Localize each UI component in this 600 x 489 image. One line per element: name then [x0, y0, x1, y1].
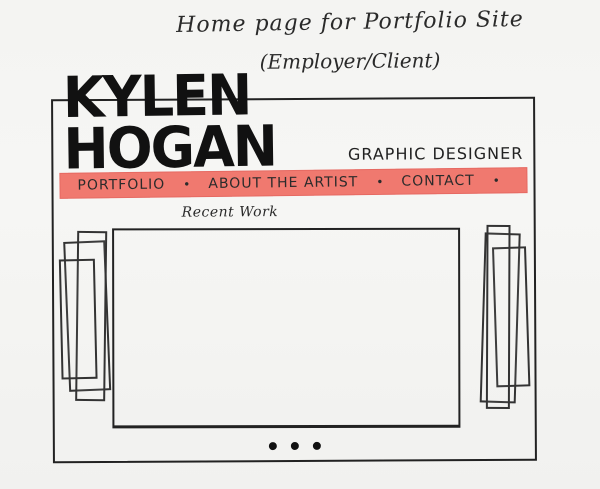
carousel-dot[interactable] — [268, 442, 277, 451]
nav-separator-1: • — [183, 177, 191, 192]
main-nav: PORTFOLIO • ABOUT the ARTIST • CONTACT • — [59, 167, 528, 199]
note-line-1: Home page for Portfolio Site — [175, 6, 525, 39]
slide-stack-right — [485, 224, 511, 409]
section-title-recent-work: Recent Work — [181, 204, 279, 221]
carousel-pagination — [55, 441, 535, 452]
nav-about-artist[interactable]: ABOUT the ARTIST — [208, 174, 358, 192]
carousel-dot[interactable] — [290, 441, 299, 451]
nav-portfolio[interactable]: PORTFOLIO — [77, 177, 165, 194]
logo-text: KYLEN HOGAN — [62, 61, 277, 182]
featured-slide[interactable] — [112, 227, 461, 429]
recent-work-carousel — [58, 219, 531, 431]
nav-separator-2: • — [376, 174, 384, 189]
carousel-dot[interactable] — [312, 441, 321, 450]
site-frame: KYLEN HOGAN GRAPHIC DESIGNER PORTFOLIO •… — [51, 62, 537, 464]
nav-separator-3: • — [492, 173, 500, 188]
nav-contact[interactable]: CONTACT — [401, 173, 475, 190]
role-text: GRAPHIC DESIGNER — [347, 143, 524, 164]
slide-stack-left — [58, 258, 98, 380]
site-header: KYLEN HOGAN GRAPHIC DESIGNER — [62, 62, 524, 182]
